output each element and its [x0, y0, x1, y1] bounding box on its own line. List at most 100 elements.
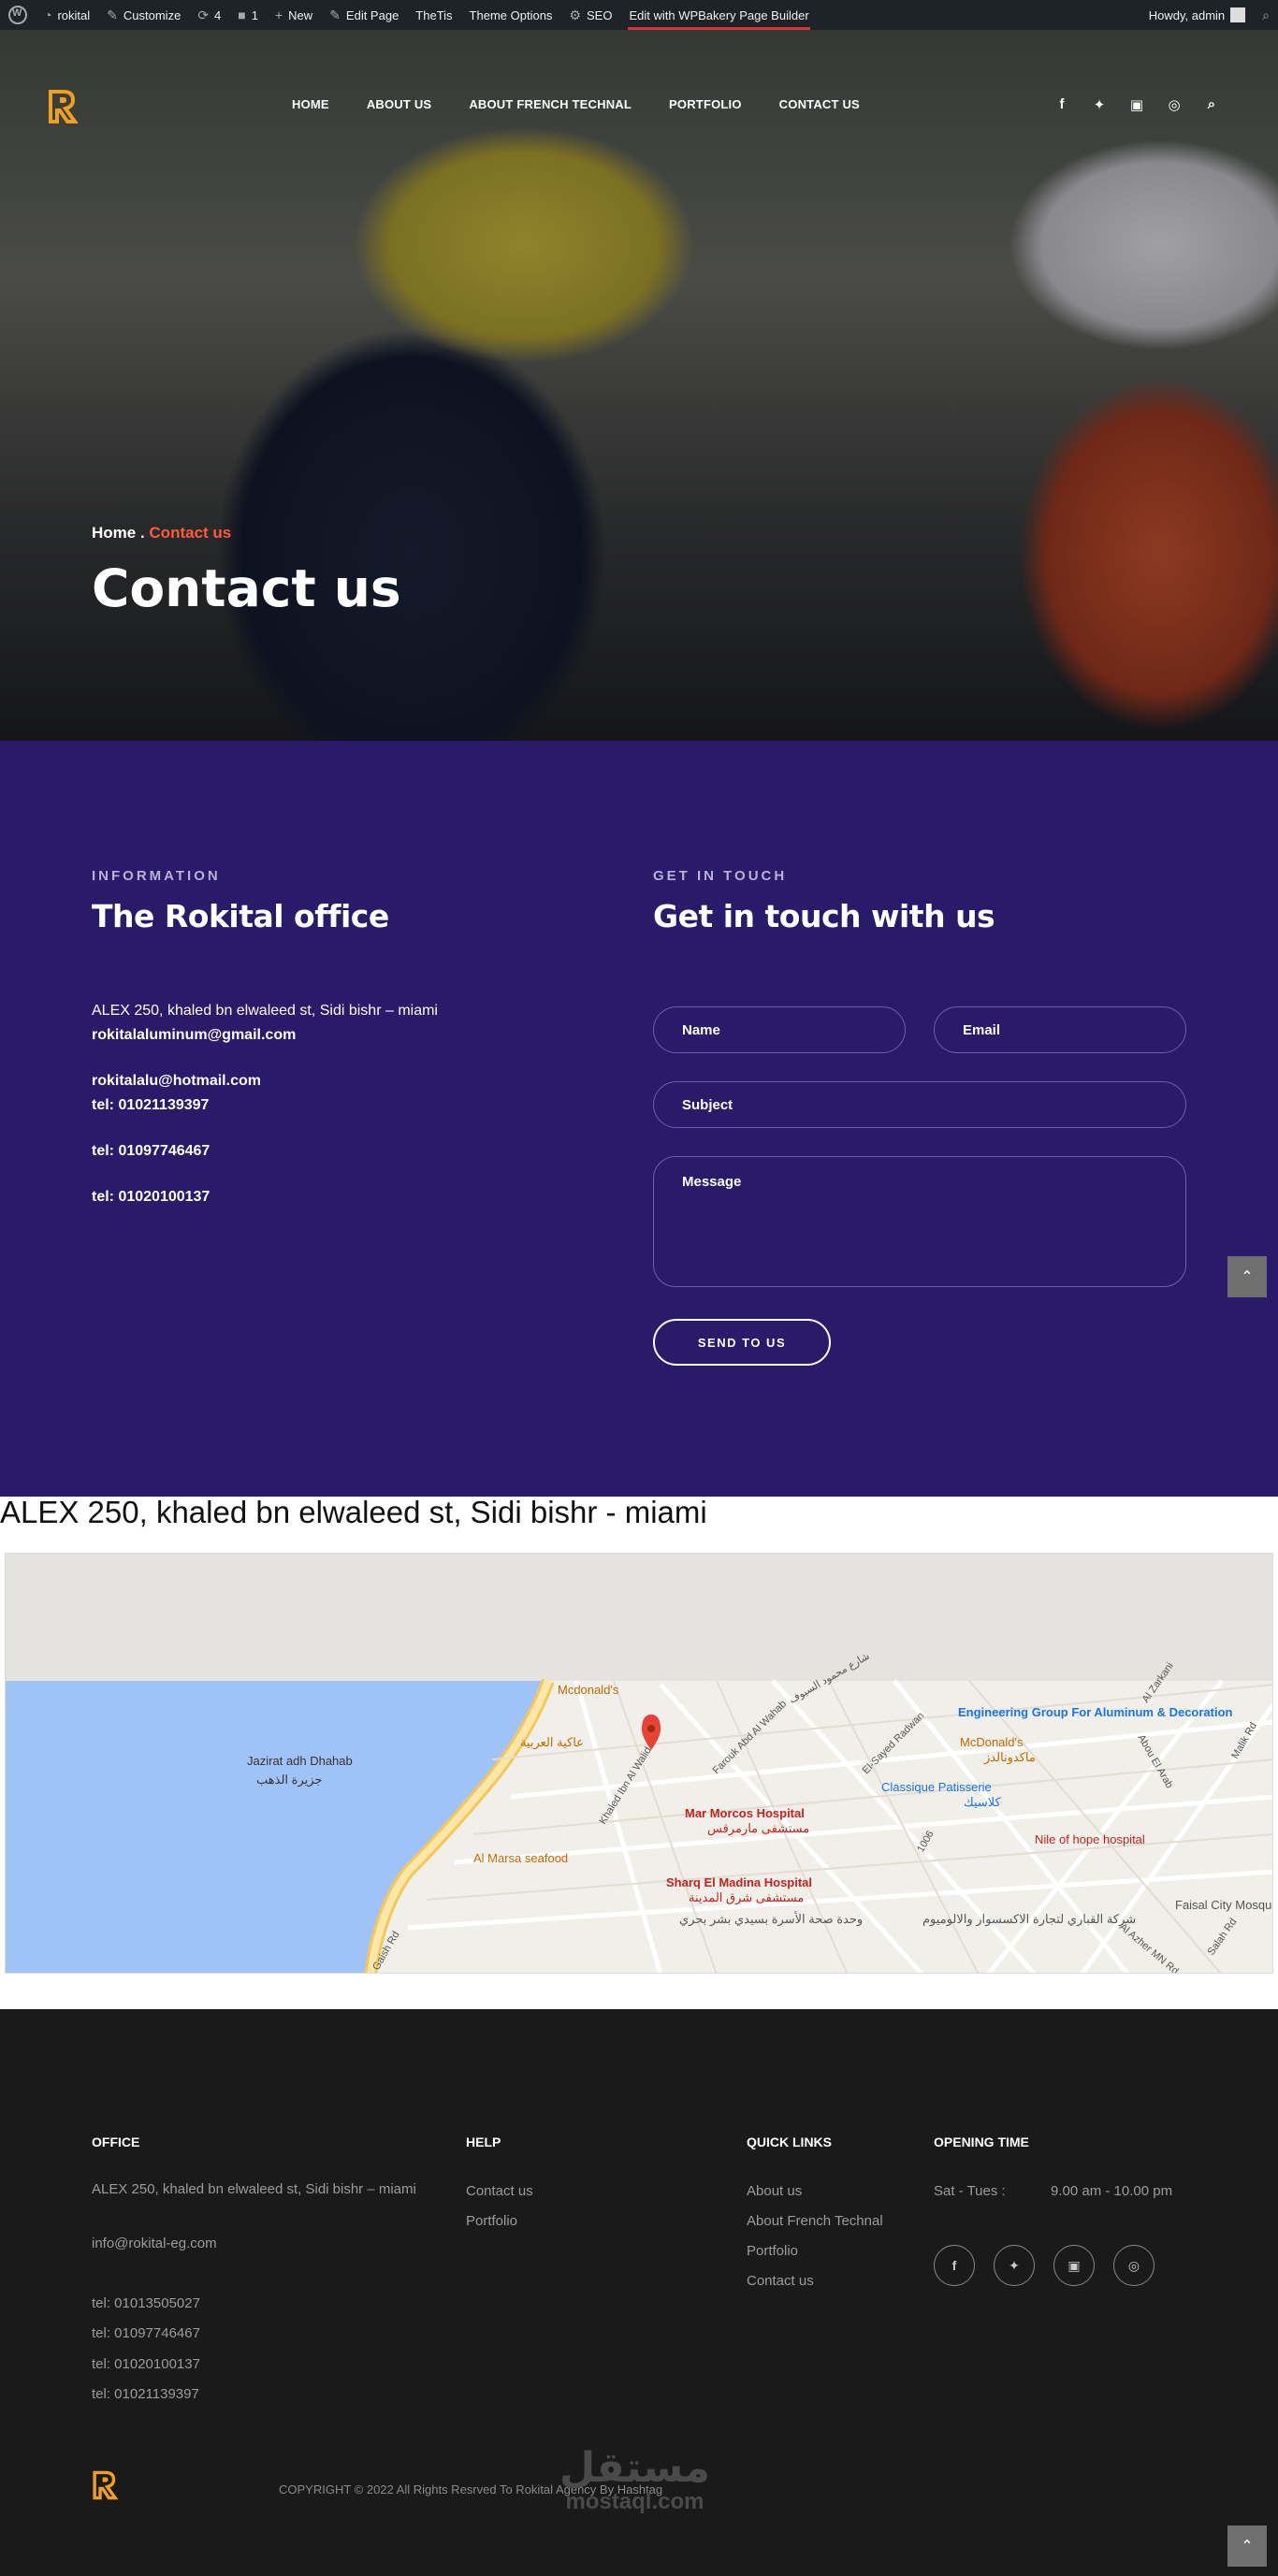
breadcrumb-separator: .: [136, 524, 150, 542]
footer-quick-heading: QUICK LINKS: [747, 2135, 832, 2149]
map-label-engineering: Engineering Group For Aluminum & Decorat…: [958, 1705, 1233, 1719]
message-field[interactable]: Message: [653, 1156, 1186, 1287]
wpbakery-link[interactable]: Edit with WPBakery Page Builder: [620, 0, 817, 30]
refresh-icon: ⟳: [197, 7, 210, 22]
instagram-icon[interactable]: ◎: [1166, 96, 1183, 113]
breadcrumb-current: Contact us: [149, 524, 232, 542]
send-button[interactable]: SEND TO US: [653, 1319, 831, 1366]
seo-menu[interactable]: ⚙ SEO: [560, 0, 620, 30]
footer-logo-icon[interactable]: [90, 2467, 122, 2503]
main-nav: HOME ABOUT US ABOUT FRENCH TECHNAL PORTF…: [292, 97, 860, 111]
new-content-menu[interactable]: + New: [267, 0, 321, 30]
footer-twitter-icon[interactable]: ✦: [994, 2245, 1035, 2286]
map-label-marmorcos: Mar Morcos Hospital: [685, 1806, 805, 1820]
name-placeholder: Name: [682, 1021, 720, 1038]
vimeo-icon[interactable]: ▣: [1128, 96, 1145, 113]
rokital-logo-icon[interactable]: [45, 86, 82, 127]
footer-quick-about[interactable]: About us: [747, 2183, 802, 2199]
scroll-to-top-button[interactable]: ⌃: [1227, 1256, 1267, 1297]
map-label-nile: Nile of hope hospital: [1035, 1832, 1145, 1846]
nav-item-contact-us[interactable]: CONTACT US: [779, 97, 860, 111]
footer-tel-3[interactable]: tel: 01020100137: [92, 2356, 200, 2372]
message-placeholder: Message: [682, 1174, 742, 1190]
footer-office-heading: OFFICE: [92, 2135, 140, 2149]
email-placeholder: Email: [963, 1021, 1001, 1038]
form-title: Get in touch with us: [653, 898, 995, 934]
map-label-marmorcos-ar: مستشفى مارمرقس: [707, 1821, 809, 1836]
map-canvas: Jazirat adh Dhahab جزيرة الذهب Mcdonald'…: [6, 1554, 1272, 1973]
footer-quick-french[interactable]: About French Technal: [747, 2213, 883, 2229]
chevron-up-icon: ⌃: [1241, 2539, 1254, 2554]
nav-item-about-us[interactable]: ABOUT US: [367, 97, 432, 111]
breadcrumb-home[interactable]: Home: [92, 524, 136, 542]
map-label-arabic-rest: عاكية العربية: [520, 1735, 584, 1750]
admin-search-button[interactable]: ⌕: [1254, 0, 1278, 30]
plus-icon: +: [274, 7, 283, 22]
twitter-icon[interactable]: ✦: [1091, 96, 1108, 113]
updates-link[interactable]: ⟳ 4: [189, 0, 229, 30]
my-account-menu[interactable]: Howdy, admin: [1140, 0, 1254, 30]
office-email-1[interactable]: rokitalaluminum@gmail.com: [92, 1027, 296, 1044]
dashboard-icon: ◔: [44, 7, 52, 22]
edit-page-link[interactable]: ✎ Edit Page: [321, 0, 407, 30]
search-icon: ⌕: [1262, 7, 1270, 22]
contact-section: INFORMATION The Rokital office ALEX 250,…: [0, 741, 1278, 1497]
theme-options-menu[interactable]: Theme Options: [461, 0, 561, 30]
footer-help-portfolio[interactable]: Portfolio: [466, 2213, 517, 2229]
subject-field[interactable]: Subject: [653, 1081, 1186, 1128]
office-tel-2[interactable]: tel: 01097746467: [92, 1143, 210, 1160]
gear-icon: ⚙: [569, 7, 581, 22]
map-label-island-ar: جزيرة الذهب: [256, 1773, 322, 1787]
watermark-url: mostaql.com: [565, 2489, 704, 2514]
wp-logo-menu[interactable]: [0, 0, 36, 30]
search-icon[interactable]: ⌕: [1203, 96, 1220, 113]
email-field[interactable]: Email: [934, 1006, 1186, 1053]
thetis-menu[interactable]: TheTis: [407, 0, 460, 30]
watermark-arabic: مستقل: [559, 2444, 710, 2492]
comments-link[interactable]: ■ 1: [229, 0, 267, 30]
facebook-icon[interactable]: f: [1053, 96, 1070, 113]
name-field[interactable]: Name: [653, 1006, 906, 1053]
map-label-shop-ar: شركة القباري لتجارة الاكسسوار والالوميوم: [922, 1912, 1136, 1927]
footer-vimeo-icon[interactable]: ▣: [1053, 2245, 1095, 2286]
header-social: f ✦ ▣ ◎ ⌕: [1053, 96, 1220, 113]
footer-tel-1[interactable]: tel: 01013505027: [92, 2295, 200, 2311]
map-label-mcdonalds-2: McDonald's: [960, 1735, 1024, 1749]
subject-placeholder: Subject: [682, 1096, 733, 1113]
map-label-classique: Classique Patisserie: [881, 1780, 992, 1794]
site-name-menu[interactable]: ◔ rokital: [36, 0, 98, 30]
footer-quick-contact[interactable]: Contact us: [747, 2273, 814, 2289]
customize-link[interactable]: ✎ Customize: [98, 0, 189, 30]
map-label-sharq-ar: مستشفى شرق المدينة: [689, 1890, 804, 1905]
google-map[interactable]: Jazirat adh Dhahab جزيرة الذهب Mcdonald'…: [5, 1553, 1273, 1974]
hero-overlay: [0, 30, 1278, 741]
map-label-sharq: Sharq El Madina Hospital: [666, 1875, 812, 1889]
nav-item-home[interactable]: HOME: [292, 97, 329, 111]
map-label-classique-ar: كلاسيك: [964, 1795, 1002, 1809]
info-eyebrow: INFORMATION: [92, 868, 221, 884]
form-eyebrow: GET IN TOUCH: [653, 868, 788, 884]
office-email-2[interactable]: rokitalalu@hotmail.com: [92, 1073, 261, 1090]
nav-item-about-french-technal[interactable]: ABOUT FRENCH TECHNAL: [469, 97, 632, 111]
office-tel-3[interactable]: tel: 01020100137: [92, 1189, 210, 1206]
map-label-faisal: Faisal City Mosqu: [1175, 1898, 1271, 1912]
breadcrumb: Home . Contact us: [92, 524, 231, 543]
footer-opening-heading: OPENING TIME: [934, 2135, 1029, 2149]
footer-instagram-icon[interactable]: ◎: [1113, 2245, 1155, 2286]
wordpress-icon: [8, 6, 27, 24]
footer-scroll-top-button[interactable]: ⌃: [1227, 2525, 1267, 2567]
footer-opening-days: Sat - Tues :: [934, 2183, 1006, 2199]
chevron-up-icon: ⌃: [1241, 1269, 1254, 1285]
page-title: Contact us: [92, 558, 401, 618]
wp-admin-bar: ◔rokital ✎Customize ⟳4 ■1 +New ✎Edit Pag…: [0, 0, 1278, 30]
footer-quick-portfolio[interactable]: Portfolio: [747, 2243, 798, 2259]
office-tel-1[interactable]: tel: 01021139397: [92, 1097, 209, 1114]
footer-facebook-icon[interactable]: f: [934, 2245, 975, 2286]
footer-help-contact[interactable]: Contact us: [466, 2183, 533, 2199]
footer-tel-2[interactable]: tel: 01097746467: [92, 2325, 200, 2341]
map-label-mcdonalds-2-ar: ماكدونالدز: [983, 1750, 1036, 1765]
info-title: The Rokital office: [92, 898, 389, 934]
nav-item-portfolio[interactable]: PORTFOLIO: [669, 97, 742, 111]
footer-tel-4[interactable]: tel: 01021139397: [92, 2386, 199, 2402]
footer-office-email[interactable]: info@rokital-eg.com: [92, 2236, 217, 2251]
